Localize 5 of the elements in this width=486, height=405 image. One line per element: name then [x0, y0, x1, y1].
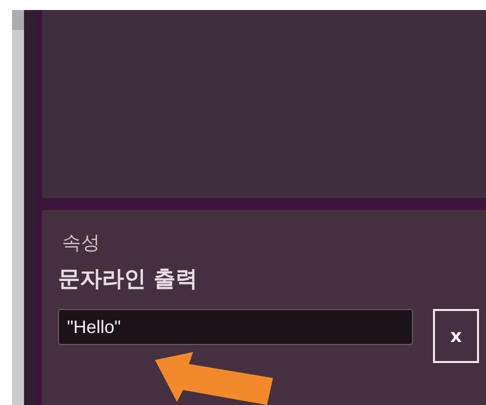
scrollbar[interactable]: [12, 10, 24, 405]
section-label: 속성: [62, 232, 100, 256]
input-field[interactable]: "Hello": [58, 309, 413, 346]
panel-title: 문자라인 출력: [58, 266, 198, 294]
clear-button[interactable]: x: [433, 309, 479, 364]
